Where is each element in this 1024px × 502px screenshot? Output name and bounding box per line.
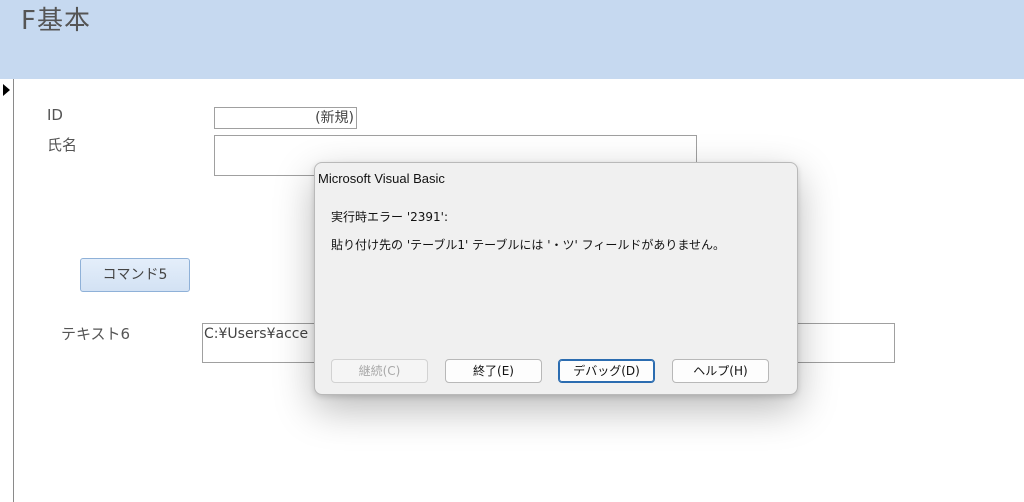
id-field[interactable]: (新規) <box>214 107 357 129</box>
error-dialog: Microsoft Visual Basic 実行時エラー '2391': 貼り… <box>314 162 798 395</box>
record-selector[interactable] <box>0 79 14 502</box>
end-button[interactable]: 終了(E) <box>445 359 542 383</box>
continue-button[interactable]: 継続(C) <box>331 359 428 383</box>
name-label: 氏名 <box>47 136 78 154</box>
id-label: ID <box>47 106 63 124</box>
text6-label: テキスト6 <box>61 325 131 343</box>
current-record-arrow-icon <box>3 84 10 96</box>
error-message-text: 貼り付け先の 'テーブル1' テーブルには '・ツ' フィールドがありません。 <box>331 238 726 252</box>
form-title: F基本 <box>21 6 91 36</box>
dialog-title: Microsoft Visual Basic <box>318 171 445 186</box>
help-button[interactable]: ヘルプ(H) <box>672 359 769 383</box>
form-header: F基本 <box>0 0 1024 79</box>
error-code-text: 実行時エラー '2391': <box>331 210 448 224</box>
debug-button[interactable]: デバッグ(D) <box>558 359 655 383</box>
command5-button[interactable]: コマンド5 <box>80 258 190 292</box>
